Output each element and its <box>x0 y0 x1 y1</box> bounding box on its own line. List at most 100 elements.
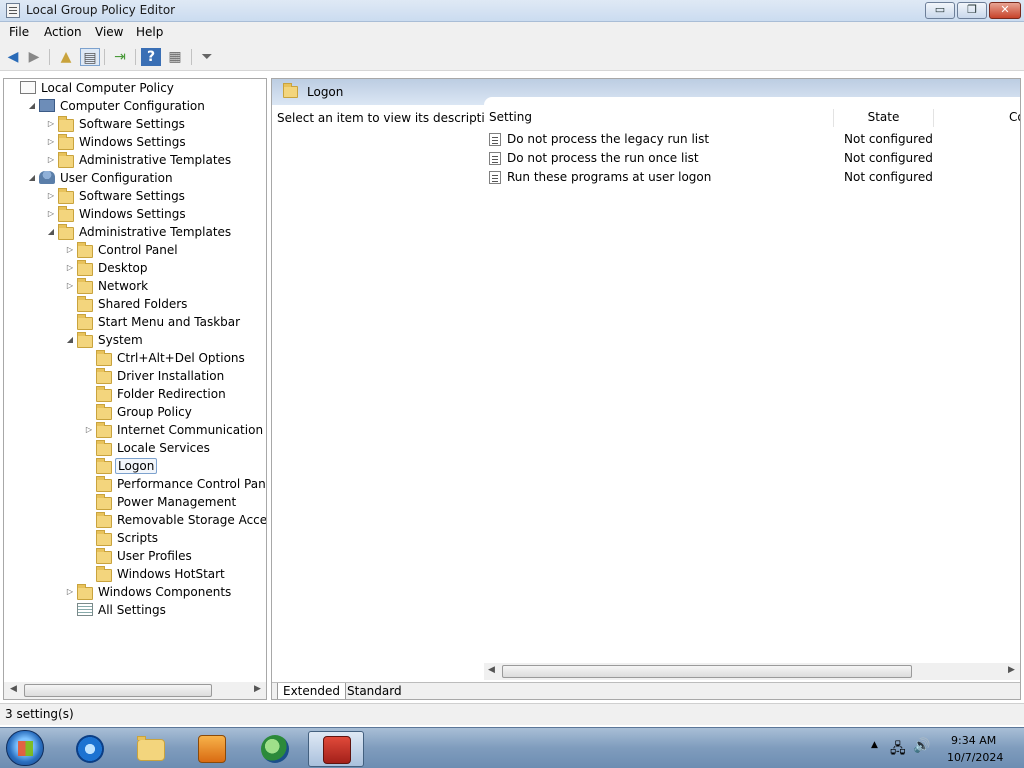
tree-pane: Local Computer Policy ◢ Computer Configura… <box>3 78 267 700</box>
help-icon[interactable]: ? <box>141 48 161 66</box>
back-arrow-icon[interactable]: ◀ <box>3 48 23 66</box>
folder-icon <box>58 134 74 150</box>
volume-tray-icon[interactable]: 🔊 <box>913 738 930 754</box>
column-header-setting[interactable]: Setting <box>484 109 834 127</box>
tree-node[interactable]: Removable Storage Access <box>4 512 266 530</box>
clock-time[interactable]: 9:34 AM <box>951 734 996 747</box>
menu-file[interactable]: File <box>9 25 29 39</box>
tree-node[interactable]: ▷ Windows Components <box>4 584 266 602</box>
setting-row[interactable]: Do not process the run once list Not con… <box>489 150 1009 169</box>
tree-node[interactable]: ▷ Desktop <box>4 260 266 278</box>
tree-node[interactable]: ◢ Administrative Templates <box>4 224 266 242</box>
expand-arrow-icon[interactable]: ▷ <box>46 155 56 164</box>
column-header-comment[interactable]: Co <box>1004 109 1020 127</box>
folder-icon <box>96 386 112 402</box>
tree-node[interactable]: User Profiles <box>4 548 266 566</box>
tree-node[interactable]: Local Computer Policy <box>4 80 266 98</box>
network-globe-icon[interactable] <box>247 731 303 767</box>
media-player-icon[interactable] <box>184 731 240 767</box>
tab-standard[interactable]: Standard <box>342 683 407 699</box>
folder-icon <box>77 332 93 348</box>
network-tray-icon[interactable]: 🖧 <box>890 738 906 762</box>
setting-icon <box>489 133 501 146</box>
expand-arrow-icon[interactable]: ▷ <box>46 191 56 200</box>
scroll-left-arrow-icon[interactable]: ◀ <box>10 684 17 694</box>
expand-arrow-icon[interactable]: ▷ <box>46 137 56 146</box>
tree-node[interactable]: ▷ Administrative Templates <box>4 152 266 170</box>
setting-row[interactable]: Do not process the legacy run list Not c… <box>489 131 1009 150</box>
folder-icon <box>96 350 112 366</box>
tree-node[interactable]: ▷ Software Settings <box>4 188 266 206</box>
collapse-arrow-icon[interactable]: ◢ <box>65 335 75 344</box>
tree-node-label: Software Settings <box>79 189 185 203</box>
tree-node[interactable]: ◢ System <box>4 332 266 350</box>
scroll-right-arrow-icon[interactable]: ▶ <box>254 684 261 694</box>
start-button[interactable] <box>6 730 44 766</box>
collapse-arrow-icon[interactable]: ◢ <box>27 173 37 182</box>
setting-row[interactable]: Run these programs at user logon Not con… <box>489 169 1009 188</box>
expand-arrow-icon[interactable]: ▷ <box>84 425 94 434</box>
show-hide-tree-icon[interactable]: ▤ <box>80 48 100 66</box>
scroll-right-arrow-icon[interactable]: ▶ <box>1008 665 1015 675</box>
show-hidden-icons-icon[interactable]: ▲ <box>871 740 878 750</box>
group-policy-toolbox-icon[interactable] <box>308 731 364 767</box>
expand-arrow-icon[interactable]: ▷ <box>46 209 56 218</box>
tree-node[interactable]: Windows HotStart <box>4 566 266 584</box>
expand-arrow-icon[interactable]: ▷ <box>65 263 75 272</box>
tree-node[interactable]: Performance Control Panel <box>4 476 266 494</box>
tree-node[interactable]: ▷ Windows Settings <box>4 206 266 224</box>
tree-node[interactable]: Start Menu and Taskbar <box>4 314 266 332</box>
tree-node[interactable]: Logon <box>4 458 266 476</box>
expand-arrow-icon[interactable]: ▷ <box>65 245 75 254</box>
user-icon <box>39 171 55 184</box>
tree-node[interactable]: Driver Installation <box>4 368 266 386</box>
tab-extended[interactable]: Extended <box>277 683 346 699</box>
tree-node[interactable]: Folder Redirection <box>4 386 266 404</box>
tree-node[interactable]: Scripts <box>4 530 266 548</box>
tree-node[interactable]: ▷ Network <box>4 278 266 296</box>
tree-node[interactable]: ◢ Computer Configuration <box>4 98 266 116</box>
minimize-button[interactable]: ▭ <box>925 2 955 19</box>
folder-icon <box>96 476 112 492</box>
menu-view[interactable]: View <box>95 25 123 39</box>
column-header-state[interactable]: State <box>834 109 934 127</box>
tree-node[interactable]: Ctrl+Alt+Del Options <box>4 350 266 368</box>
tree-node[interactable]: Power Management <box>4 494 266 512</box>
menu-action[interactable]: Action <box>44 25 82 39</box>
close-button[interactable]: ✕ <box>989 2 1021 19</box>
maximize-button[interactable]: ❐ <box>957 2 987 19</box>
tree-node[interactable]: Locale Services <box>4 440 266 458</box>
scroll-thumb[interactable] <box>502 665 912 678</box>
menu-help[interactable]: Help <box>136 25 163 39</box>
folder-icon <box>96 440 112 456</box>
view-tabs: Extended Standard <box>272 682 1020 699</box>
collapse-arrow-icon[interactable]: ◢ <box>46 227 56 236</box>
tree-node[interactable]: ▷ Windows Settings <box>4 134 266 152</box>
tree-node[interactable]: ◢ User Configuration <box>4 170 266 188</box>
export-list-icon[interactable]: ⇥ <box>110 48 130 66</box>
internet-explorer-icon[interactable] <box>62 731 118 767</box>
expand-arrow-icon[interactable]: ▷ <box>65 281 75 290</box>
tree-node[interactable]: ▷ Control Panel <box>4 242 266 260</box>
expand-arrow-icon[interactable]: ▷ <box>46 119 56 128</box>
forward-arrow-icon[interactable]: ▶ <box>24 48 44 66</box>
tree-node[interactable]: Shared Folders <box>4 296 266 314</box>
up-folder-icon[interactable]: ▲ <box>56 48 76 66</box>
folder-icon <box>96 458 112 474</box>
tree-node[interactable]: All Settings <box>4 602 266 620</box>
tree-node[interactable]: ▷ Software Settings <box>4 116 266 134</box>
collapse-arrow-icon[interactable]: ◢ <box>27 101 37 110</box>
properties-icon[interactable]: ▦ <box>165 48 185 66</box>
tree-node-label: Desktop <box>98 261 148 275</box>
tree-node[interactable]: ▷ Internet Communication Man <box>4 422 266 440</box>
filter-icon[interactable]: ⏷ <box>197 48 217 66</box>
scroll-thumb[interactable] <box>24 684 212 697</box>
clock-date[interactable]: 10/7/2024 <box>947 751 1003 764</box>
tree-node[interactable]: Group Policy <box>4 404 266 422</box>
setting-icon <box>489 171 501 184</box>
tree-horizontal-scrollbar[interactable]: ◀ ▶ <box>4 682 266 699</box>
details-horizontal-scrollbar[interactable]: ◀ ▶ <box>484 663 1020 680</box>
windows-explorer-icon[interactable] <box>123 731 179 767</box>
scroll-left-arrow-icon[interactable]: ◀ <box>488 665 495 675</box>
expand-arrow-icon[interactable]: ▷ <box>65 587 75 596</box>
